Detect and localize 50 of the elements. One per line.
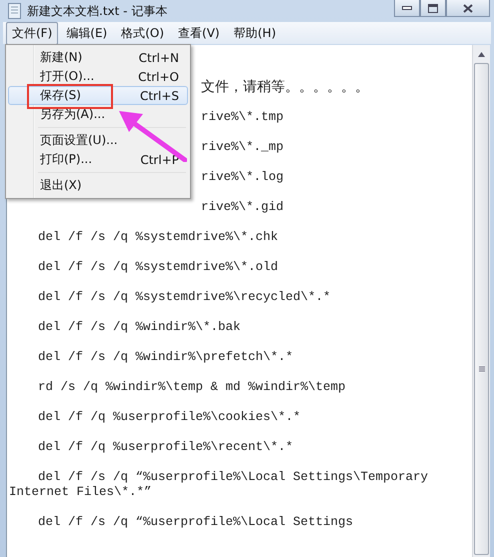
shortcut-text: Ctrl+O xyxy=(138,70,179,84)
close-icon xyxy=(463,4,473,12)
text-line: del /f /s /q %systemdrive%\recycled\*.* xyxy=(38,290,331,304)
text-line: del /f /q %userprofile%\recent\*.* xyxy=(38,440,294,454)
text-line: 文件，请稍等。。。。。。 xyxy=(201,79,369,95)
menu-item-label: 新建(N) xyxy=(40,49,82,66)
menu-item[interactable]: 页面设置(U)... xyxy=(8,131,188,150)
menu-item[interactable]: 退出(X) xyxy=(8,176,188,195)
menu-item[interactable]: 文件(F) xyxy=(6,22,58,44)
menu-item[interactable]: 编辑(E) xyxy=(60,22,114,44)
text-line: del /f /q %userprofile%\cookies\*.* xyxy=(38,410,301,424)
text-line: rive%\*.gid xyxy=(201,200,284,214)
menu-item-label: 打开(O)... xyxy=(40,68,94,85)
maximize-button[interactable] xyxy=(420,0,446,17)
text-line: del /f /s /q %systemdrive%\*.old xyxy=(38,260,278,274)
text-line: rive%\*._mp xyxy=(201,140,284,154)
menu-item[interactable]: 格式(O) xyxy=(115,22,170,44)
menu-item[interactable]: 打印(P)... Ctrl+P xyxy=(8,150,188,169)
menu-item-label: 另存为(A)... xyxy=(40,106,106,123)
menu-item-label: 保存(S) xyxy=(40,87,81,104)
scroll-thumb[interactable] xyxy=(474,63,489,555)
text-line: del /f /s /q %systemdrive%\*.chk xyxy=(38,230,278,244)
text-line: del /f /s /q %windir%\prefetch\*.* xyxy=(38,350,294,364)
scrollbar[interactable] xyxy=(472,45,490,557)
grip-icon xyxy=(478,366,484,372)
text-line: del /f /s /q “%userprofile%\Local Settings xyxy=(38,515,354,529)
shortcut-text: Ctrl+N xyxy=(138,50,179,64)
text-line: rive%\*.log xyxy=(201,170,284,184)
minimize-icon xyxy=(402,6,412,10)
menu-item[interactable]: 保存(S) Ctrl+S xyxy=(8,86,188,105)
maximize-icon xyxy=(428,4,438,12)
menu-item-label: 页面设置(U)... xyxy=(40,132,118,149)
text-line: del /f /s /q %windir%\*.bak xyxy=(38,320,241,334)
window-title: 新建文本文档.txt - 记事本 xyxy=(27,2,168,20)
notepad-icon xyxy=(8,3,21,19)
menu-item-label: 退出(X) xyxy=(40,177,82,194)
menu-item[interactable]: 新建(N) Ctrl+N xyxy=(8,48,188,67)
menu-item-label: 打印(P)... xyxy=(40,151,92,168)
text-line: rive%\*.tmp xyxy=(201,110,284,124)
menu-item[interactable]: 查看(V) xyxy=(172,22,226,44)
text-line: del /f /s /q “%userprofile%\Local Settings\Temporary Internet Files\*.*” xyxy=(9,470,430,499)
menu-item[interactable]: 打开(O)... Ctrl+O xyxy=(8,67,188,86)
shortcut-text: Ctrl+P xyxy=(140,152,179,166)
text-line: rd /s /q %windir%\temp & md %windir%\temp xyxy=(38,380,346,394)
menu-item[interactable]: 另存为(A)... xyxy=(8,105,188,124)
shortcut-text: Ctrl+S xyxy=(140,88,179,102)
close-button[interactable] xyxy=(446,0,490,17)
minimize-button[interactable] xyxy=(394,0,420,17)
scroll-up-icon[interactable] xyxy=(478,52,485,57)
menu-item[interactable]: 帮助(H) xyxy=(228,22,282,44)
